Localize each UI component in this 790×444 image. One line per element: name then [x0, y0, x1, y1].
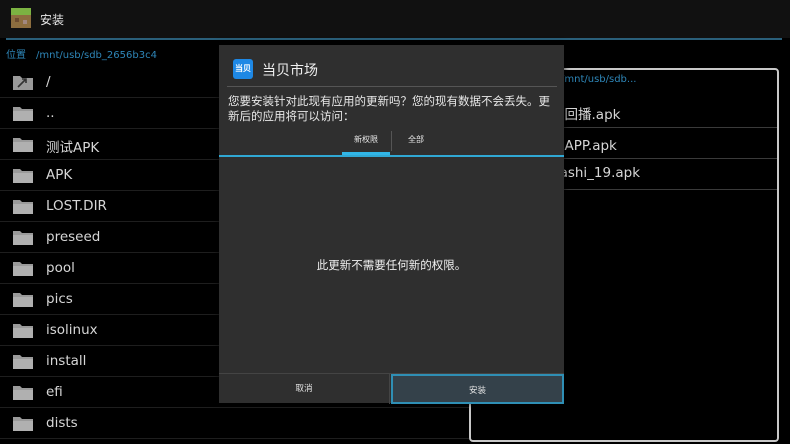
breadcrumb-path: /mnt/usb/sdb_2656b3c4: [36, 50, 157, 61]
app-title: 安装: [40, 13, 65, 27]
folder-icon: [13, 324, 33, 338]
file-row[interactable]: dists: [0, 408, 470, 439]
folder-icon: [13, 355, 33, 369]
folder-icon: [13, 169, 33, 183]
tabs-divider: [219, 155, 564, 157]
title-divider: [6, 38, 782, 40]
install-button[interactable]: 安装: [391, 374, 564, 404]
app-cube-icon: [11, 8, 31, 28]
apk-name: dashi_19.apk: [551, 165, 641, 181]
dialog-message: 您要安装针对此现有应用的更新吗？您的现有数据不会丢失。更新后的应用将可以访问：: [228, 94, 550, 123]
tab-new-permissions[interactable]: 新权限: [342, 127, 390, 155]
folder-icon: [13, 386, 33, 400]
tab-label: 新权限: [354, 135, 378, 144]
tab-all-permissions[interactable]: 全部: [399, 127, 433, 155]
dialog-button-bar: 取消 安装: [219, 373, 564, 404]
tab-label: 全部: [408, 135, 424, 144]
dangbei-logo-icon: 当贝: [233, 59, 253, 79]
file-name: /: [46, 74, 51, 90]
tab-divider: [391, 131, 392, 151]
breadcrumb: 位置/mnt/usb/sdb_2656b3c4: [6, 46, 157, 61]
permission-tabs: 新权限 全部: [219, 127, 564, 155]
folder-icon: [13, 200, 33, 214]
title-bar: 安装: [0, 0, 790, 38]
file-name: isolinux: [46, 322, 98, 338]
cancel-button[interactable]: 取消: [219, 374, 390, 404]
folder-icon: [13, 138, 33, 152]
file-name: ..: [46, 105, 55, 121]
file-name: APK: [46, 167, 73, 183]
file-name: pool: [46, 260, 75, 276]
breadcrumb-label: 位置: [6, 50, 26, 61]
folder-up-icon: [13, 76, 33, 90]
install-dialog: 当贝 当贝市场 您要安装针对此现有应用的更新吗？您的现有数据不会丢失。更新后的应…: [219, 45, 564, 404]
folder-icon: [13, 262, 33, 276]
file-name: dists: [46, 415, 78, 431]
dialog-title-divider: [227, 86, 557, 87]
file-name: pics: [46, 291, 73, 307]
folder-icon: [13, 293, 33, 307]
file-name: preseed: [46, 229, 101, 245]
folder-icon: [13, 417, 33, 431]
panel-header-path: /mnt/usb/sdb...: [561, 74, 637, 85]
permission-message: 此更新不需要任何新的权限。: [316, 258, 467, 272]
file-name: efi: [46, 384, 63, 400]
file-name: 测试APK: [46, 140, 100, 156]
folder-icon: [13, 231, 33, 245]
file-name: LOST.DIR: [46, 198, 107, 214]
folder-icon: [13, 107, 33, 121]
dialog-title: 当贝市场: [262, 63, 318, 79]
file-name: install: [46, 353, 87, 369]
